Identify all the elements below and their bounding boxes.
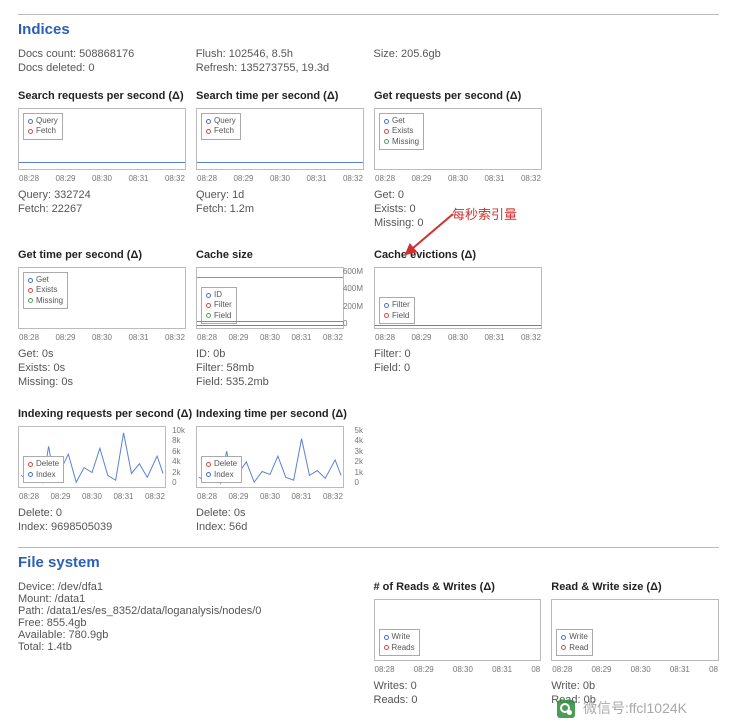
- x-axis: 08:2808:2908:3008:3108:32: [196, 492, 344, 501]
- wechat-icon: [557, 700, 575, 718]
- stat-write: Write: 0b: [551, 680, 719, 692]
- refresh-stat: Refresh: 135273755, 19.3d: [196, 62, 364, 74]
- stat-missing: Missing: 0s: [18, 376, 186, 388]
- chart-legend: Query Fetch: [23, 113, 63, 140]
- chart-cache-evictions: Cache evictions (Δ) Filter Field 08:2808…: [374, 249, 542, 390]
- x-axis: 08:2808:2908:3008:3108:32: [196, 333, 344, 342]
- stat-id: ID: 0b: [196, 348, 364, 360]
- chart-legend: Query Fetch: [201, 113, 241, 140]
- fs-mount: Mount: /data1: [18, 593, 364, 605]
- watermark: 微信号:ffcl1024K: [557, 698, 687, 718]
- size-stat: Size: 205.6gb: [374, 48, 542, 60]
- stat-index: Index: 9698505039: [18, 521, 186, 533]
- x-axis: 08:2808:2908:3008:3108:32: [196, 174, 364, 183]
- chart-indexing-requests: Indexing requests per second (Δ) Delete …: [18, 408, 186, 535]
- x-axis: 08:2808:2908:3008:3108:32: [374, 174, 542, 183]
- stat-fetch: Fetch: 22267: [18, 203, 186, 215]
- chart-title: Get requests per second (Δ): [374, 90, 542, 102]
- y-axis: 600M 400M 200M 0: [343, 268, 363, 328]
- stat-get: Get: 0: [374, 189, 542, 201]
- chart-legend: ID Filter Field: [201, 287, 237, 324]
- stat-field: Field: 0: [374, 362, 542, 374]
- stat-fetch: Fetch: 1.2m: [196, 203, 364, 215]
- chart-legend: Get Exists Missing: [23, 272, 68, 309]
- stat-filter: Filter: 0: [374, 348, 542, 360]
- chart-legend: Write Reads: [379, 629, 420, 656]
- fs-available: Available: 780.9gb: [18, 629, 364, 641]
- stat-writes: Writes: 0: [374, 680, 542, 692]
- stat-get: Get: 0s: [18, 348, 186, 360]
- chart-title: Get time per second (Δ): [18, 249, 186, 261]
- x-axis: 08:2808:2908:3008:3108:32: [18, 174, 186, 183]
- stat-exists: Exists: 0s: [18, 362, 186, 374]
- stat-query: Query: 1d: [196, 189, 364, 201]
- x-axis: 08:2808:2908:3008:3108:32: [18, 333, 186, 342]
- x-axis: 08:2808:2908:3008:3108:32: [18, 492, 166, 501]
- stat-index: Index: 56d: [196, 521, 364, 533]
- indices-stats-row: Docs count: 508868176 Docs deleted: 0 Fl…: [18, 48, 719, 76]
- chart-reads-writes-count: # of Reads & Writes (Δ) Write Reads 08:2…: [374, 581, 542, 708]
- chart-search-time: Search time per second (Δ) Query Fetch 0…: [196, 90, 364, 231]
- flush-stat: Flush: 102546, 8.5h: [196, 48, 364, 60]
- chart-title: Search time per second (Δ): [196, 90, 364, 102]
- fs-device: Device: /dev/dfa1: [18, 581, 364, 593]
- y-axis: 10k 8k 6k 4k 2k 0: [172, 427, 185, 487]
- stat-exists: Exists: 0: [374, 203, 542, 215]
- chart-get-requests: Get requests per second (Δ) Get Exists M…: [374, 90, 542, 231]
- stat-delete: Delete: 0: [18, 507, 186, 519]
- chart-title: Indexing time per second (Δ): [196, 408, 364, 420]
- x-axis: 08:2808:2908:3008:3108: [374, 665, 542, 674]
- fs-path: Path: /data1/es/es_8352/data/loganalysis…: [18, 605, 364, 617]
- chart-title: # of Reads & Writes (Δ): [374, 581, 542, 593]
- chart-title: Read & Write size (Δ): [551, 581, 719, 593]
- stat-field: Field: 535.2mb: [196, 376, 364, 388]
- docs-deleted: Docs deleted: 0: [18, 62, 186, 74]
- section-title-indices: Indices: [18, 21, 719, 38]
- stat-missing: Missing: 0: [374, 217, 542, 229]
- chart-legend: Get Exists Missing: [379, 113, 424, 150]
- chart-reads-writes-size: Read & Write size (Δ) Write Read 08:2808…: [551, 581, 719, 708]
- chart-legend: Delete Index: [201, 456, 242, 483]
- stat-query: Query: 332724: [18, 189, 186, 201]
- stat-delete: Delete: 0s: [196, 507, 364, 519]
- watermark-text: 微信号:ffcl1024K: [583, 700, 687, 716]
- y-axis: 5k 4k 3k 2k 1k 0: [355, 427, 363, 487]
- chart-legend: Delete Index: [23, 456, 64, 483]
- chart-title: Indexing requests per second (Δ): [18, 408, 186, 420]
- chart-indexing-time: Indexing time per second (Δ) Delete Inde…: [196, 408, 364, 535]
- chart-get-time: Get time per second (Δ) Get Exists Missi…: [18, 249, 186, 390]
- stat-filter: Filter: 58mb: [196, 362, 364, 374]
- chart-title: Cache evictions (Δ): [374, 249, 542, 261]
- chart-title: Search requests per second (Δ): [18, 90, 186, 102]
- x-axis: 08:2808:2908:3008:3108:32: [374, 333, 542, 342]
- docs-count: Docs count: 508868176: [18, 48, 186, 60]
- chart-cache-size: Cache size ID Filter Field 600M 400M 200…: [196, 249, 364, 390]
- stat-reads: Reads: 0: [374, 694, 542, 706]
- chart-legend: Filter Field: [379, 297, 415, 324]
- chart-search-requests: Search requests per second (Δ) Query Fet…: [18, 90, 186, 231]
- section-title-filesystem: File system: [18, 554, 719, 571]
- fs-total: Total: 1.4tb: [18, 641, 364, 653]
- fs-free: Free: 855.4gb: [18, 617, 364, 629]
- chart-legend: Write Read: [556, 629, 593, 656]
- x-axis: 08:2808:2908:3008:3108: [551, 665, 719, 674]
- chart-title: Cache size: [196, 249, 364, 261]
